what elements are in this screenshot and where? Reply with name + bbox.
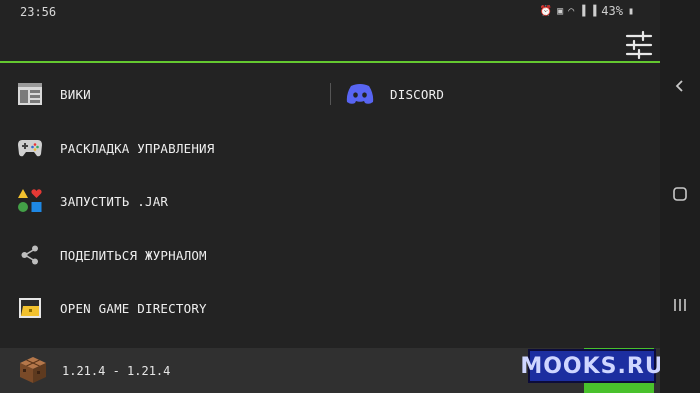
menu-item-share-log[interactable]: ПОДЕЛИТЬСЯ ЖУРНАЛОМ xyxy=(0,235,400,275)
settings-sliders-icon[interactable] xyxy=(624,30,654,60)
alarm-icon: ⏰ xyxy=(539,5,553,17)
game-directory-label: OPEN GAME DIRECTORY xyxy=(60,300,207,316)
recents-button[interactable] xyxy=(660,285,700,325)
menu-item-run-jar[interactable]: ЗАПУСТИТЬ .JAR xyxy=(0,181,400,221)
wifi-icon: ◠ xyxy=(568,5,575,17)
discord-icon xyxy=(346,80,374,108)
menu-item-wiki[interactable]: ВИКИ xyxy=(0,74,320,114)
signal-icon: ▐ xyxy=(579,5,586,17)
menu-item-game-directory[interactable]: OPEN GAME DIRECTORY xyxy=(0,288,400,328)
share-icon xyxy=(16,241,44,269)
folder-icon xyxy=(16,294,44,322)
back-button[interactable] xyxy=(660,66,700,106)
status-bar: 23:56 ⏰ ▣ ◠ ▐ ▐ 43% ▮ xyxy=(0,0,660,26)
system-nav-bar xyxy=(660,0,700,393)
top-app-bar xyxy=(0,26,660,62)
status-time: 23:56 xyxy=(20,5,57,19)
run-jar-label: ЗАПУСТИТЬ .JAR xyxy=(60,193,169,209)
shapes-icon xyxy=(16,187,44,215)
menu-item-controls[interactable]: РАСКЛАДКА УПРАВЛЕНИЯ xyxy=(0,128,400,168)
battery-percent: 43% xyxy=(601,4,623,18)
home-button[interactable] xyxy=(660,174,700,214)
status-icons: ⏰ ▣ ◠ ▐ ▐ 43% ▮ xyxy=(540,4,634,18)
battery-icon: ▮ xyxy=(627,5,634,17)
menu-item-discord[interactable]: DISCORD xyxy=(330,74,630,114)
home-square-icon xyxy=(673,187,687,201)
share-log-label: ПОДЕЛИТЬСЯ ЖУРНАЛОМ xyxy=(60,247,207,263)
wiki-label: ВИКИ xyxy=(60,86,91,102)
discord-label: DISCORD xyxy=(390,86,445,102)
gamepad-icon xyxy=(16,134,44,162)
crafting-table-icon xyxy=(18,355,48,385)
signal-icon: ▐ xyxy=(590,5,597,17)
menu-divider xyxy=(330,83,331,105)
wiki-page-icon xyxy=(16,80,44,108)
watermark-logo: MOOKS.RU xyxy=(520,349,663,383)
chevron-left-icon xyxy=(675,80,683,92)
lock-icon: ▣ xyxy=(557,5,564,17)
header-accent-line xyxy=(0,61,660,63)
version-range: 1.21.4 - 1.21.4 xyxy=(62,364,171,378)
controls-label: РАСКЛАДКА УПРАВЛЕНИЯ xyxy=(60,140,215,156)
recents-icon xyxy=(674,299,686,311)
watermark-text: MOOKS.RU xyxy=(520,353,664,379)
